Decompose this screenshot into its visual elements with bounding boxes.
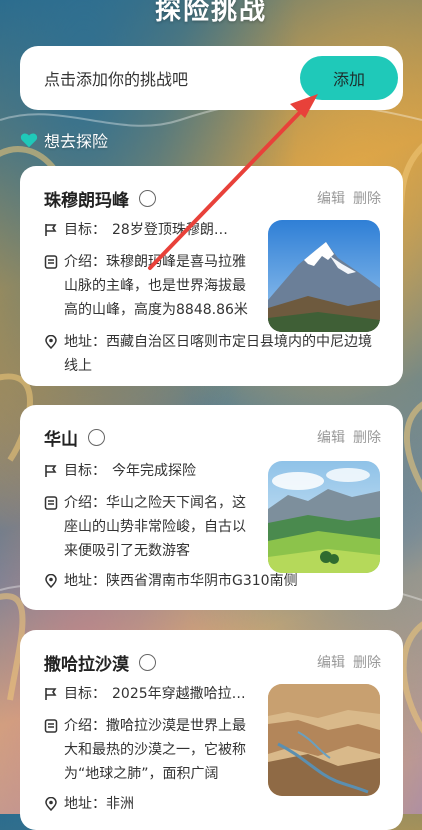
complete-toggle-icon[interactable] (139, 190, 156, 207)
challenge-card[interactable]: 华山 编辑 删除 目标： 今年完成探险 介绍：华山之险天下闻名，这座山的山势非常… (20, 405, 403, 610)
edit-button[interactable]: 编辑 (317, 427, 345, 447)
intro-text: 介绍：珠穆朗玛峰是喜马拉雅山脉的主峰，也是世界海拔最高的山峰，高度为8848.8… (64, 254, 248, 318)
location-pin-icon (45, 797, 57, 811)
section-label: 想去探险 (44, 132, 109, 151)
goal-row: 目标： 28岁登顶珠穆朗玛峰 (44, 218, 236, 242)
goal-text: 今年完成探险 (112, 463, 196, 479)
page-title: 探险挑战 (154, 0, 267, 26)
document-icon (44, 255, 58, 269)
complete-toggle-icon[interactable] (88, 429, 105, 446)
address-text: 地址：西藏自治区日喀则市定日县境内的中尼边境线上 (64, 334, 372, 374)
card-actions: 编辑 删除 (317, 652, 381, 672)
card-title-row: 珠穆朗玛峰 (44, 186, 156, 211)
add-challenge-placeholder[interactable]: 点击添加你的挑战吧 (44, 66, 188, 90)
delete-button[interactable]: 删除 (353, 427, 381, 447)
goal-text: 28岁登顶珠穆朗玛峰 (112, 222, 236, 238)
add-challenge-bar[interactable]: 点击添加你的挑战吧 添加 (20, 46, 403, 110)
address-text: 地址：非洲 (64, 796, 134, 812)
intro-text: 介绍：华山之险天下闻名，这座山的山势非常险峻，自古以来便吸引了无数游客 (64, 495, 246, 559)
flag-icon (45, 688, 57, 700)
intro-row: 介绍：撒哈拉沙漠是世界上最大和最热的沙漠之一，它被称为“地球之肺”，面积广阔 (44, 714, 254, 786)
address-row: 地址：西藏自治区日喀则市定日县境内的中尼边境线上 (44, 330, 374, 378)
card-actions: 编辑 删除 (317, 188, 381, 208)
flag-icon (45, 224, 57, 236)
desert-canyon-photo (268, 684, 380, 796)
delete-button[interactable]: 删除 (353, 652, 381, 672)
heart-icon (20, 133, 38, 148)
document-icon (44, 496, 58, 510)
challenge-card[interactable]: 珠穆朗玛峰 编辑 删除 目标： 28岁登顶珠穆朗玛峰 介绍：珠穆朗玛峰是喜马拉雅… (20, 166, 403, 386)
address-text: 地址：陕西省渭南市华阴市G310南侧 (64, 573, 298, 589)
complete-toggle-icon[interactable] (139, 654, 156, 671)
intro-text: 介绍：撒哈拉沙漠是世界上最大和最热的沙漠之一，它被称为“地球之肺”，面积广阔 (64, 718, 246, 782)
document-icon (44, 719, 58, 733)
section-header: 想去探险 (20, 128, 108, 152)
intro-row: 介绍：华山之险天下闻名，这座山的山势非常险峻，自古以来便吸引了无数游客 (44, 491, 254, 563)
delete-button[interactable]: 删除 (353, 188, 381, 208)
goal-label: 目标： (64, 222, 106, 238)
location-pin-icon (45, 574, 57, 588)
card-title: 华山 (44, 430, 78, 450)
goal-row: 目标： 2025年穿越撒哈拉沙漠 (44, 682, 252, 706)
edit-button[interactable]: 编辑 (317, 188, 345, 208)
green-valley-photo (268, 461, 380, 573)
location-pin-icon (45, 335, 57, 349)
card-title: 撒哈拉沙漠 (44, 655, 129, 675)
goal-row: 目标： 今年完成探险 (44, 459, 196, 483)
card-title-row: 撒哈拉沙漠 (44, 650, 156, 675)
edit-button[interactable]: 编辑 (317, 652, 345, 672)
flag-icon (45, 465, 57, 477)
goal-text: 2025年穿越撒哈拉沙漠 (112, 686, 252, 702)
snow-mountain-photo (268, 220, 380, 332)
goal-label: 目标： (64, 686, 106, 702)
goal-label: 目标： (64, 463, 106, 479)
add-button[interactable]: 添加 (300, 56, 398, 100)
intro-row: 介绍：珠穆朗玛峰是喜马拉雅山脉的主峰，也是世界海拔最高的山峰，高度为8848.8… (44, 250, 254, 322)
challenge-card[interactable]: 撒哈拉沙漠 编辑 删除 目标： 2025年穿越撒哈拉沙漠 介绍：撒哈拉沙漠是世界… (20, 630, 403, 830)
card-actions: 编辑 删除 (317, 427, 381, 447)
card-title-row: 华山 (44, 425, 105, 450)
card-title: 珠穆朗玛峰 (44, 191, 129, 211)
